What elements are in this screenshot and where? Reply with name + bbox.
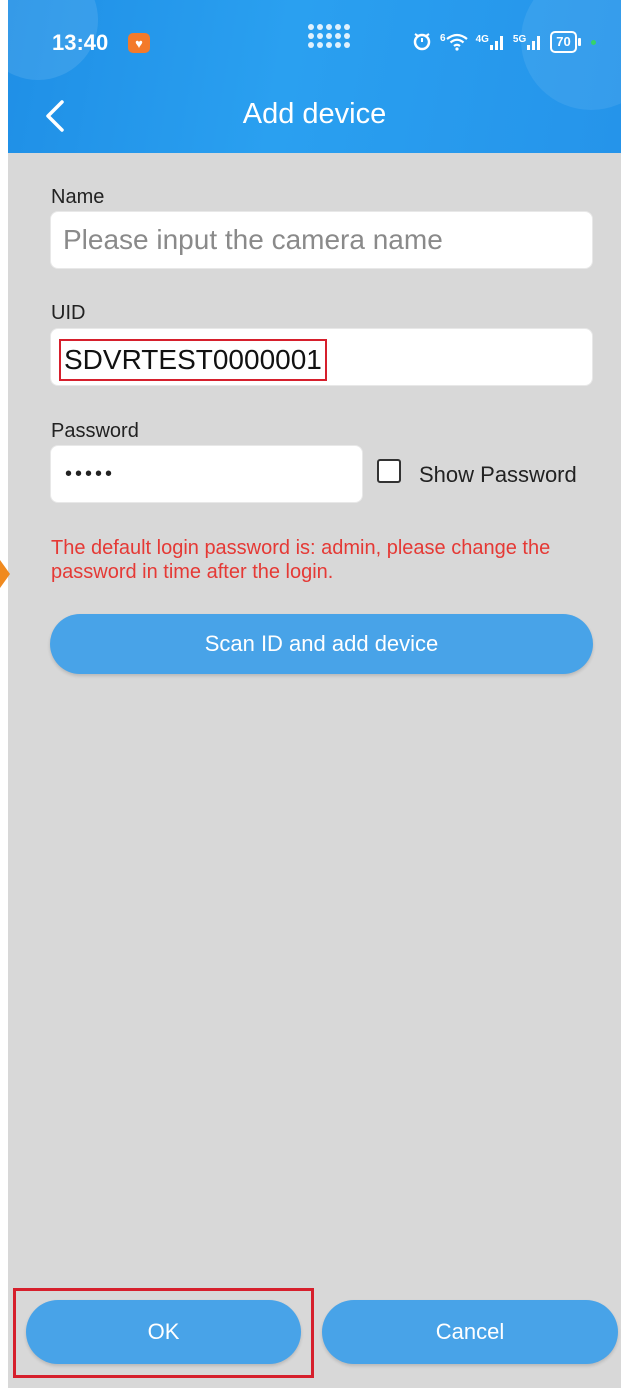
scan-id-button[interactable]: Scan ID and add device	[50, 614, 593, 674]
uid-label: UID	[51, 302, 86, 324]
frame-right	[621, 0, 629, 1396]
name-field-box	[50, 211, 593, 269]
status-icons: 6 4G 5G 70	[412, 30, 596, 54]
signal-label-4g: 4G	[475, 34, 489, 45]
name-input[interactable]	[51, 224, 592, 256]
show-password-checkbox[interactable]	[377, 459, 401, 483]
wifi-icon: 6	[440, 33, 468, 51]
frame-bottom	[0, 1388, 629, 1396]
password-label: Password	[51, 420, 139, 442]
battery-icon: 70	[550, 31, 582, 53]
app-header: 13:40 ♥ 6 4G 5G 70 Add device	[8, 0, 621, 153]
default-password-warning: The default login password is: admin, pl…	[51, 537, 551, 583]
indicator-dot	[590, 39, 596, 45]
ok-highlight-box	[13, 1288, 314, 1378]
page-title: Add device	[242, 98, 387, 130]
heart-icon: ♥	[128, 33, 150, 53]
signal-icon: 5G	[513, 34, 542, 50]
alarm-icon	[412, 31, 432, 54]
password-value: •••••	[65, 462, 116, 485]
header-decor	[521, 0, 621, 110]
grid-dots-icon	[308, 24, 358, 56]
uid-input[interactable]: SDVRTEST0000001	[50, 328, 593, 386]
orange-arrow-marker	[0, 560, 10, 588]
signal-icon: 4G	[476, 34, 505, 50]
password-input[interactable]: •••••	[50, 445, 363, 503]
show-password-label[interactable]: Show Password	[419, 462, 577, 488]
uid-value: SDVRTEST0000001	[59, 339, 327, 381]
cancel-button[interactable]: Cancel	[322, 1300, 618, 1364]
frame-left	[0, 0, 8, 1396]
signal-label-5g: 5G	[512, 34, 527, 45]
status-time: 13:40	[52, 30, 109, 55]
name-label: Name	[51, 186, 105, 208]
